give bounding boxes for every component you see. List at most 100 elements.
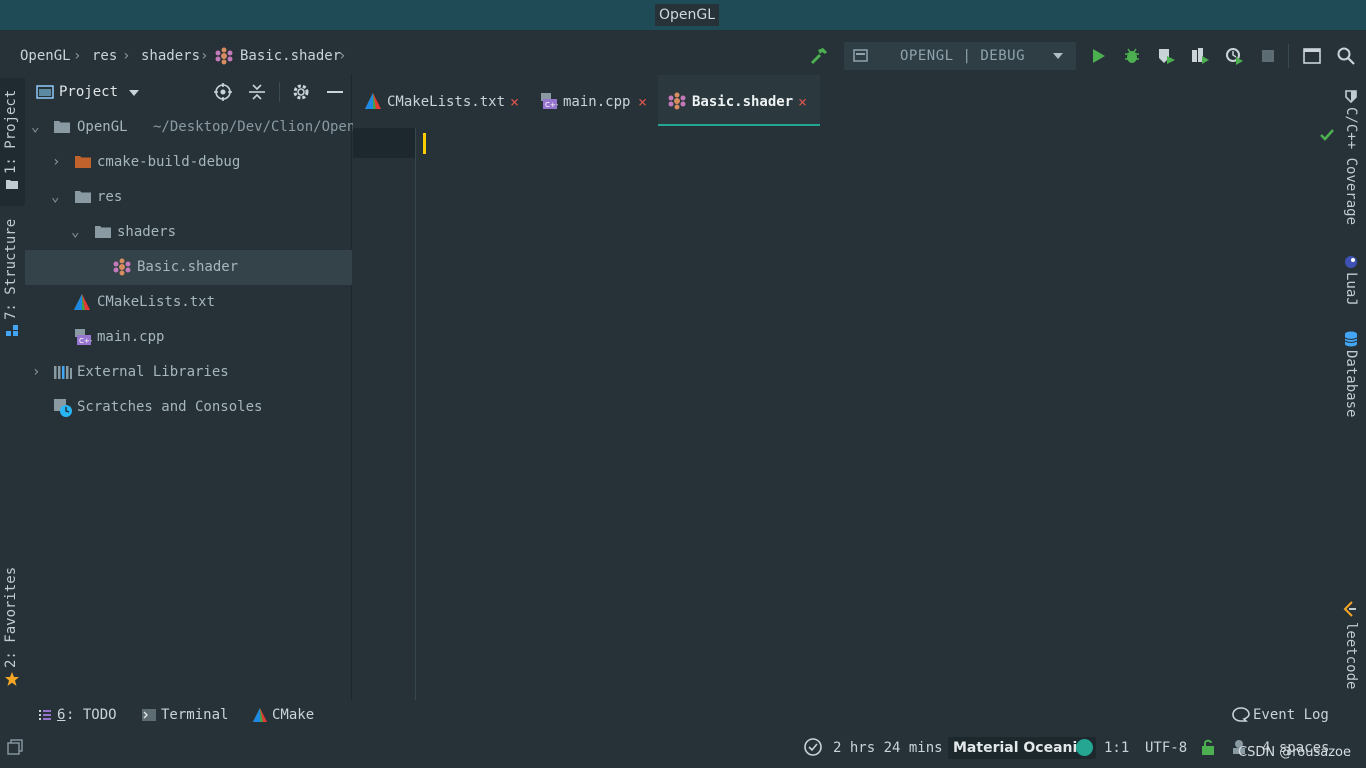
project-view-icon (36, 85, 54, 99)
tree-label-main-cpp: main.cpp (97, 329, 165, 345)
cmake-tool-button[interactable]: CMake (272, 706, 314, 724)
gear-icon[interactable] (291, 82, 311, 102)
hide-panel-icon[interactable] (327, 91, 343, 93)
breadcrumb-opengl[interactable]: OpenGL (20, 46, 71, 66)
tab-main-cpp[interactable]: main.cpp (563, 92, 630, 112)
profile-icon[interactable] (1190, 46, 1210, 66)
project-panel-title[interactable]: Project (59, 82, 118, 102)
breadcrumb-separator-icon: › (200, 48, 209, 64)
expand-arrow-icon[interactable]: ⌄ (51, 187, 59, 207)
tree-label-res: res (97, 189, 123, 205)
collapse-arrow-icon[interactable]: › (52, 152, 60, 172)
check-icon[interactable] (1319, 127, 1335, 143)
collapse-arrow-icon[interactable]: › (32, 362, 40, 382)
shader-file-icon (215, 47, 233, 65)
terminal-tool-button[interactable]: Terminal (161, 706, 228, 724)
lock-icon[interactable] (1200, 738, 1216, 756)
tab-cmakelists[interactable]: CMakeLists.txt (387, 92, 505, 112)
chevron-down-icon[interactable] (1052, 51, 1064, 61)
current-line-gutter (353, 128, 415, 158)
breadcrumb-separator-icon: › (122, 48, 131, 64)
window-title: OpenGL (655, 4, 720, 26)
toolbar-divider (1288, 44, 1289, 68)
breadcrumb-separator-icon: › (73, 48, 82, 64)
scratches-icon (54, 399, 72, 417)
svg-text:C++: C++ (79, 337, 92, 345)
tool-tab-project[interactable]: 1: Project (3, 88, 19, 174)
cpp-file-icon: C++ (541, 93, 558, 109)
attach-icon[interactable] (1224, 46, 1244, 66)
run-configuration-label: OPENGL | DEBUG (900, 48, 1026, 64)
shader-file-icon (113, 258, 131, 276)
tree-label-opengl: OpenGL (77, 119, 128, 135)
toggle-tool-windows-icon[interactable] (7, 739, 23, 755)
tree-label-external-libraries: External Libraries (77, 364, 229, 380)
todo-list-icon (39, 710, 51, 720)
cpp-file-icon: C++ (75, 329, 92, 345)
theme-label: Material Oceanic (953, 740, 1086, 756)
breadcrumb-separator-icon: › (338, 48, 347, 64)
folder-icon (95, 226, 111, 238)
folder-icon (54, 121, 70, 133)
tool-tab-coverage[interactable]: C/C++ Coverage (1343, 107, 1359, 225)
tool-tab-database[interactable]: Database (1343, 350, 1359, 418)
file-encoding[interactable]: UTF-8 (1145, 738, 1187, 758)
active-tab-indicator (658, 124, 820, 126)
watermark: CSDN @rousazoe (1238, 745, 1351, 760)
expand-arrow-icon[interactable]: ⌄ (31, 117, 39, 137)
todo-tool-button[interactable]: : TODO (66, 706, 117, 724)
chevron-down-icon[interactable] (128, 88, 140, 98)
cmake-icon (253, 708, 267, 722)
library-icon (54, 366, 72, 379)
locate-icon[interactable] (213, 82, 233, 102)
collapse-all-icon[interactable] (247, 82, 267, 102)
structure-icon (6, 325, 18, 336)
folder-icon (75, 156, 91, 168)
tool-tab-leetcode[interactable]: leetcode (1343, 622, 1359, 689)
breadcrumb-shaders[interactable]: shaders (141, 46, 200, 66)
close-tab-icon[interactable]: × (638, 92, 647, 112)
shield-icon (1345, 90, 1357, 103)
tool-tab-favorites[interactable]: 2: Favorites (3, 567, 19, 668)
database-icon (1344, 331, 1358, 347)
terminal-icon[interactable] (1302, 46, 1322, 66)
close-tab-icon[interactable]: × (510, 92, 519, 112)
coverage-icon[interactable] (1156, 46, 1176, 66)
breadcrumb-res[interactable]: res (92, 46, 117, 66)
close-tab-icon[interactable]: × (798, 92, 807, 112)
folder-icon (6, 180, 18, 189)
tool-tab-structure[interactable]: 7: Structure (3, 219, 19, 320)
stop-icon[interactable] (1258, 46, 1278, 66)
shader-file-icon (668, 92, 686, 110)
tab-basic-shader[interactable]: Basic.shader (692, 92, 793, 112)
config-icon (853, 49, 868, 62)
cmake-icon (365, 93, 381, 109)
debug-icon[interactable] (1122, 46, 1142, 66)
time-tracker-label[interactable]: 2 hrs 24 mins (833, 738, 943, 758)
cursor-position[interactable]: 1:1 (1104, 738, 1129, 758)
gutter-divider (415, 128, 416, 700)
luaj-icon (1345, 256, 1357, 268)
time-tracker-icon (804, 738, 822, 756)
tree-label-cmakelists: CMakeLists.txt (97, 294, 216, 310)
panel-divider (279, 82, 280, 102)
tree-label-scratches: Scratches and Consoles (77, 399, 263, 415)
text-caret (423, 133, 426, 154)
cmake-icon (74, 294, 90, 310)
event-log-icon (1232, 707, 1250, 722)
svg-text:C++: C++ (545, 101, 558, 109)
tool-tab-luaj[interactable]: LuaJ (1343, 272, 1359, 308)
search-icon[interactable] (1336, 46, 1356, 66)
todo-tool-number[interactable]: 6 (57, 706, 65, 724)
tree-label-cmake-build-debug: cmake-build-debug (97, 154, 241, 170)
terminal-icon (142, 709, 156, 721)
theme-color-dot (1076, 739, 1093, 756)
expand-arrow-icon[interactable]: ⌄ (71, 222, 79, 242)
event-log-button[interactable]: Event Log (1253, 706, 1329, 724)
tree-label-basic-shader: Basic.shader (137, 259, 239, 275)
run-icon[interactable] (1088, 46, 1108, 66)
code-editor[interactable] (353, 128, 1338, 700)
leetcode-icon (1343, 601, 1356, 617)
breadcrumb-basic-shader[interactable]: Basic.shader (240, 46, 341, 66)
hammer-icon[interactable] (809, 46, 829, 66)
